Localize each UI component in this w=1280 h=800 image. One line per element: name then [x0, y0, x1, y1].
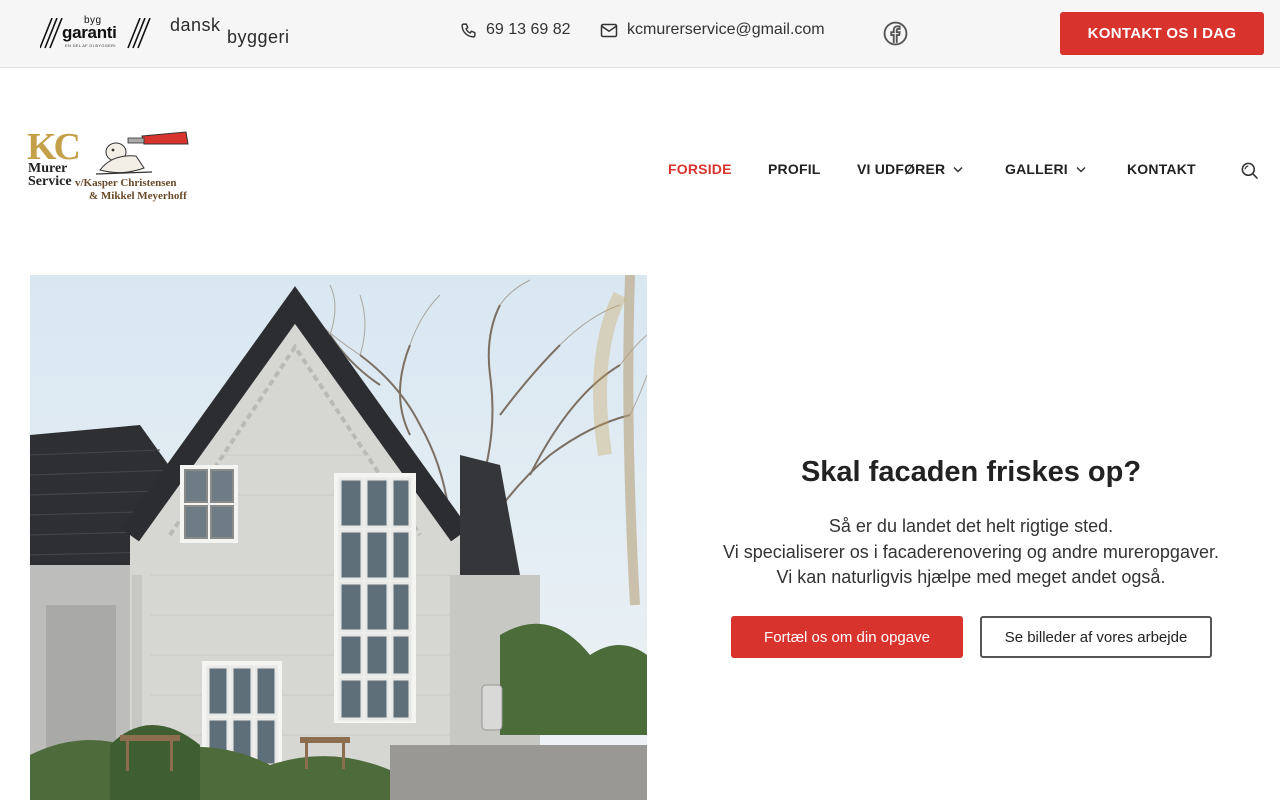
logo-owner-line1: v/Kasper Christensen	[75, 177, 177, 189]
top-bar: byg garanti EN DEL AF DI BYGGERI dansk b…	[0, 0, 1280, 68]
email-address: kcmurerservice@gmail.com	[627, 21, 825, 38]
logo-service: Service	[28, 174, 72, 189]
facebook-link[interactable]	[883, 21, 908, 51]
phone-number: 69 13 69 82	[486, 21, 571, 38]
dansk-byggeri-dansk: dansk	[170, 15, 221, 35]
mascot-mason-icon	[95, 131, 189, 175]
nav-item-kontakt[interactable]: KONTAKT	[1127, 161, 1196, 177]
tell-us-about-task-button[interactable]: Fortæl os om din opgave	[731, 616, 963, 658]
logo-owner-line2: & Mikkel Meyerhoff	[89, 190, 187, 202]
byggaranti-tagline: EN DEL AF DI BYGGERI	[65, 43, 116, 48]
kc-murer-service-logo[interactable]: KC Murer Service v/Kasper Christensen & …	[27, 128, 192, 206]
house-photo-illustration	[30, 275, 647, 800]
nav-item-profil[interactable]: PROFIL	[768, 161, 821, 177]
search-button[interactable]	[1240, 161, 1259, 185]
envelope-icon	[600, 23, 618, 37]
nav-item-galleri[interactable]: GALLERI	[1005, 161, 1086, 177]
byggaranti-garanti: garanti	[62, 23, 117, 42]
search-icon	[1241, 162, 1258, 179]
phone-icon	[461, 22, 476, 38]
hero-title: Skal facaden friskes op?	[800, 456, 1142, 488]
hero-house-image	[30, 275, 647, 800]
hero-line: Vi specialiserer os i facaderenovering o…	[723, 541, 1219, 562]
nav-item-label: FORSIDE	[668, 161, 732, 177]
see-our-work-button[interactable]: Se billeder af vores arbejde	[980, 616, 1212, 658]
nav-item-label: PROFIL	[768, 161, 821, 177]
nav-item-vi-udforer[interactable]: VI UDFØRER	[857, 161, 963, 177]
nav-item-forside[interactable]: FORSIDE	[668, 161, 732, 177]
chevron-down-icon	[953, 166, 963, 173]
chevron-down-icon	[1076, 166, 1086, 173]
nav-item-label: GALLERI	[1005, 161, 1068, 177]
hero-line: Vi kan naturligvis hjælpe med meget ande…	[776, 567, 1166, 587]
dansk-byggeri-logo[interactable]: dansk byggeri	[170, 15, 300, 51]
hero-description: Så er du landet det helt rigtige sted. V…	[680, 514, 1262, 591]
byggaranti-logo[interactable]: byg garanti EN DEL AF DI BYGGERI	[40, 15, 155, 50]
nav-item-label: KONTAKT	[1127, 161, 1196, 177]
phone-link[interactable]: 69 13 69 82	[460, 21, 571, 39]
nav-item-label: VI UDFØRER	[857, 161, 946, 177]
email-link[interactable]: kcmurerservice@gmail.com	[600, 21, 825, 39]
hero-line: Så er du landet det helt rigtige sted.	[828, 516, 1114, 536]
facebook-icon	[883, 21, 908, 46]
contact-us-today-button[interactable]: KONTAKT OS I DAG	[1060, 12, 1264, 55]
dansk-byggeri-byggeri: byggeri	[227, 27, 290, 47]
